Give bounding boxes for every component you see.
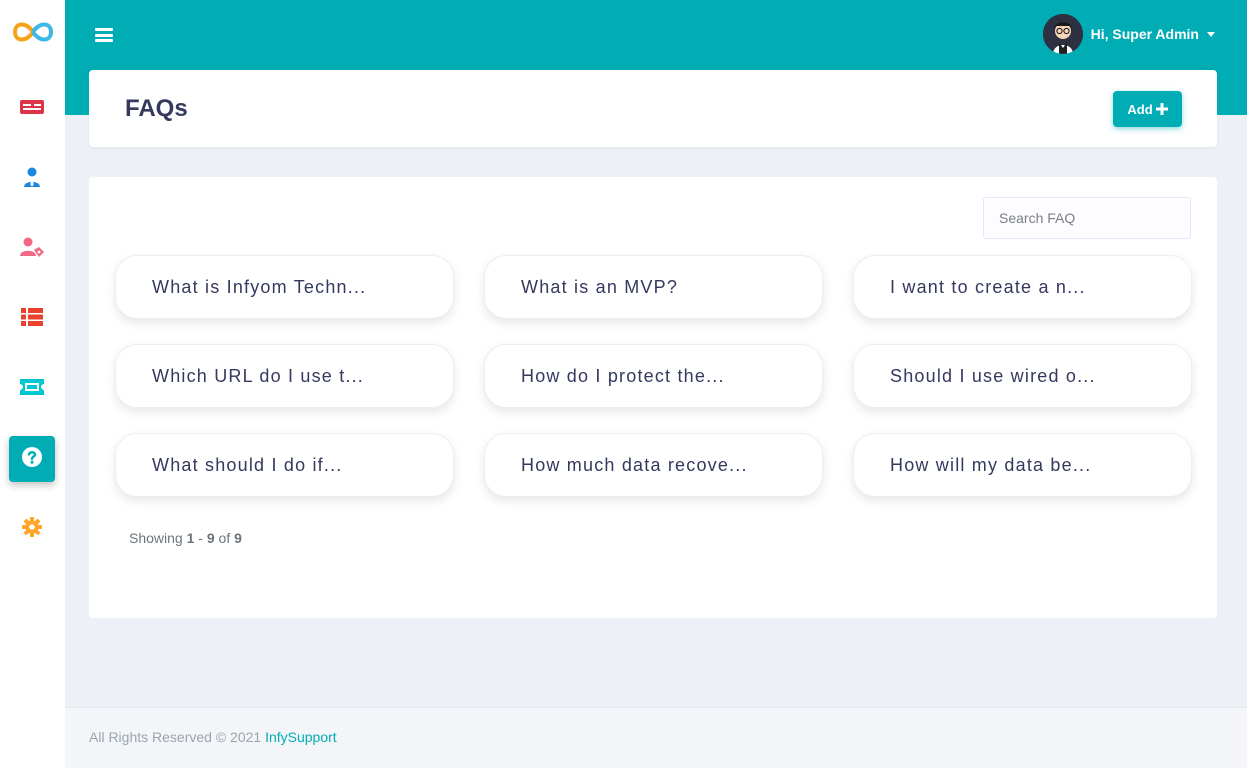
pagination-summary: Showing 1 - 9 of 9: [129, 530, 242, 546]
menu-toggle-icon[interactable]: [95, 28, 113, 42]
user-tag-icon: [20, 237, 44, 262]
id-card-icon: [20, 99, 44, 119]
search-input[interactable]: [983, 197, 1191, 239]
user-tie-icon: [23, 167, 41, 192]
sidebar-item-settings[interactable]: [9, 506, 55, 552]
chevron-down-icon: [1207, 31, 1215, 37]
add-button-label: Add: [1127, 101, 1153, 117]
sidebar-item-dashboard[interactable]: [9, 86, 55, 132]
faq-card: What is Infyom Techn... What is an MVP? …: [89, 177, 1217, 618]
footer-brand-link[interactable]: InfySupport: [265, 729, 337, 745]
faq-item[interactable]: I want to create a n...: [853, 255, 1192, 319]
list-icon: [21, 307, 43, 331]
faq-item[interactable]: What is an MVP?: [484, 255, 823, 319]
sidebar-item-tickets[interactable]: [9, 366, 55, 412]
sidebar-item-categories[interactable]: [9, 296, 55, 342]
user-menu[interactable]: Hi, Super Admin: [1042, 14, 1215, 54]
faq-item[interactable]: How much data recove...: [484, 433, 823, 497]
footer-text: All Rights Reserved © 2021 InfySupport: [89, 729, 337, 745]
infinity-logo[interactable]: [7, 14, 59, 50]
gear-icon: [22, 516, 42, 542]
copyright-text: All Rights Reserved © 2021: [89, 729, 262, 745]
faq-item[interactable]: What should I do if...: [115, 433, 454, 497]
footer: All Rights Reserved © 2021 InfySupport: [65, 707, 1247, 768]
add-faq-button[interactable]: Add: [1113, 91, 1182, 127]
faq-item[interactable]: Should I use wired o...: [853, 344, 1192, 408]
sidebar-item-faqs[interactable]: [9, 436, 55, 482]
faq-item[interactable]: How do I protect the...: [484, 344, 823, 408]
faq-item[interactable]: What is Infyom Techn...: [115, 255, 454, 319]
avatar: [1042, 14, 1083, 54]
main-area: Hi, Super Admin FAQs Add What is Infyom …: [65, 0, 1247, 768]
page-header: FAQs Add: [89, 70, 1217, 147]
page-title: FAQs: [125, 95, 188, 122]
sidebar-item-agents[interactable]: [9, 156, 55, 202]
question-circle-icon: [21, 446, 43, 473]
faq-item[interactable]: How will my data be...: [853, 433, 1192, 497]
plus-icon: [1155, 100, 1168, 118]
ticket-icon: [20, 378, 44, 400]
user-greeting: Hi, Super Admin: [1090, 26, 1199, 42]
sidebar: [0, 0, 65, 768]
faq-item[interactable]: Which URL do I use t...: [115, 344, 454, 408]
sidebar-item-customers[interactable]: [9, 226, 55, 272]
